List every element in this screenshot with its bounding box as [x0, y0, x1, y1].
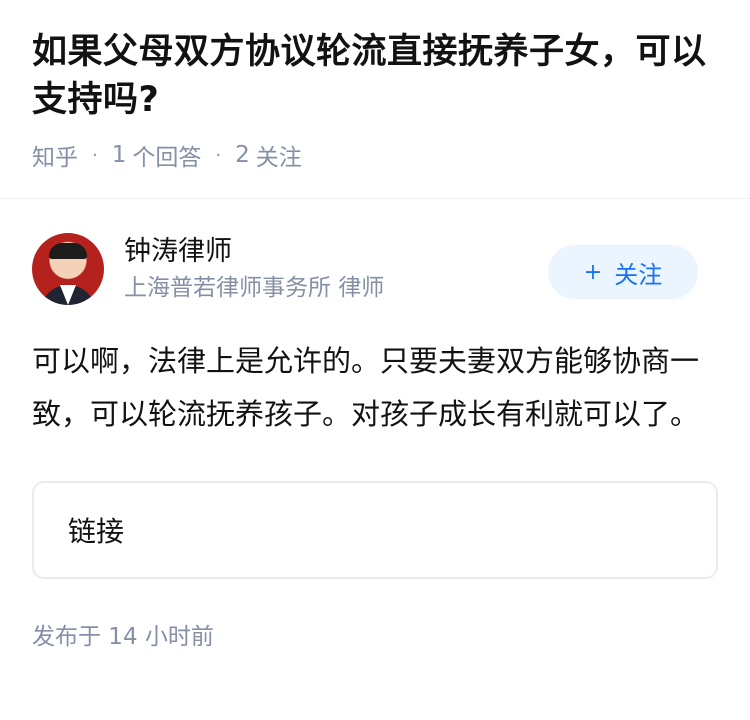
followers-label[interactable]: 关注 [256, 138, 302, 172]
separator-dot: · [215, 144, 222, 166]
avatar[interactable] [32, 233, 104, 305]
divider [0, 198, 750, 199]
publish-time: 发布于 14 小时前 [32, 624, 214, 650]
plus-icon: + [583, 259, 603, 285]
author-name[interactable]: 钟涛律师 [124, 234, 384, 270]
question-meta: 知乎 · 1 个回答 · 2 关注 [32, 138, 718, 172]
follow-button[interactable]: + 关注 [548, 245, 698, 299]
followers-count[interactable]: 2 [235, 142, 250, 168]
link-label: 链接 [68, 515, 125, 548]
link-card[interactable]: 链接 [32, 481, 718, 579]
question-title[interactable]: 如果父母双方协议轮流直接抚养子女，可以支持吗? [32, 28, 718, 124]
author-info: 钟涛律师 上海普若律师事务所 律师 [124, 234, 384, 304]
answer-card: 钟涛律师 上海普若律师事务所 律师 + 关注 可以啊，法律上是允许的。只要夫妻双… [0, 233, 750, 651]
follow-label: 关注 [614, 260, 663, 289]
answers-count[interactable]: 1 [112, 142, 127, 168]
question-header: 如果父母双方协议轮流直接抚养子女，可以支持吗? 知乎 · 1 个回答 · 2 关… [0, 0, 750, 172]
author-description: 上海普若律师事务所 律师 [124, 275, 385, 301]
author-row: 钟涛律师 上海普若律师事务所 律师 + 关注 [32, 233, 718, 305]
avatar-hair [49, 243, 87, 259]
source-label[interactable]: 知乎 [32, 138, 78, 172]
answer-content: 可以啊，法律上是允许的。只要夫妻双方能够协商一致，可以轮流抚养孩子。对孩子成长有… [32, 344, 700, 431]
separator-dot: · [92, 144, 98, 166]
answers-label[interactable]: 个回答 [132, 138, 201, 172]
